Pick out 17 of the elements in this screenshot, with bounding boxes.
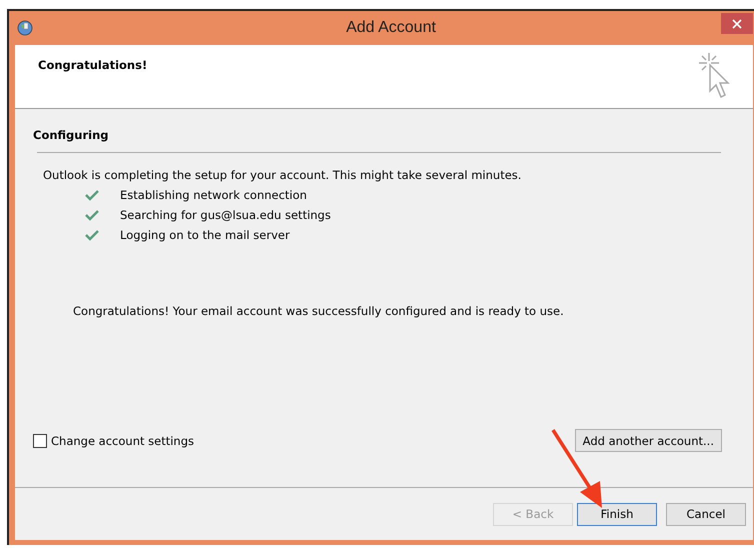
- step-label: Establishing network connection: [120, 188, 307, 202]
- success-message: Congratulations! Your email account was successfully configured and is ready to use.: [73, 304, 565, 318]
- close-icon: [732, 18, 742, 28]
- header-title: Congratulations!: [38, 58, 148, 74]
- checkbox[interactable]: [33, 434, 47, 448]
- dialog-button[interactable]: Cancel: [666, 502, 746, 526]
- close-button[interactable]: [721, 13, 753, 34]
- cursor-click-icon: [697, 51, 731, 101]
- window-title: Add Account: [345, 19, 437, 37]
- dialog-button[interactable]: Finish: [577, 502, 657, 526]
- add-account-button[interactable]: Add another account...: [574, 429, 722, 452]
- globe-icon: [17, 20, 33, 36]
- step-label: Logging on to the mail server: [120, 228, 290, 242]
- section-title: Configuring: [33, 128, 110, 142]
- step-label: Searching for gus@lsua.edu settings: [120, 208, 331, 222]
- status-text: Outlook is completing the setup for your account. This might take several minutes.: [43, 168, 522, 182]
- checkbox-label[interactable]: Change account settings: [51, 434, 194, 448]
